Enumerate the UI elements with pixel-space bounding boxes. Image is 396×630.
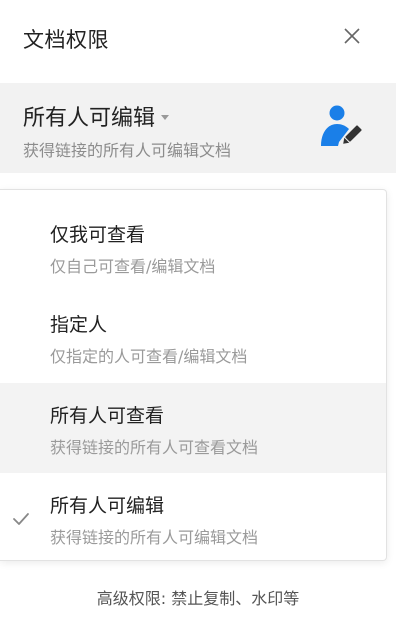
- check-icon: [13, 513, 29, 525]
- option-description: 获得链接的所有人可查看文档: [50, 438, 259, 457]
- option-anyone-view[interactable]: 所有人可查看 获得链接的所有人可查看文档: [0, 383, 386, 473]
- option-specified-people[interactable]: 指定人 仅指定的人可查看/编辑文档: [0, 280, 386, 370]
- panel-title: 文档权限: [23, 28, 109, 52]
- option-anyone-edit[interactable]: 所有人可编辑 获得链接的所有人可编辑文档: [0, 473, 386, 560]
- current-permission: 所有人可编辑 获得链接的所有人可编辑文档: [0, 83, 396, 173]
- option-title: 所有人可编辑: [50, 495, 165, 517]
- option-title: 仅我可查看: [50, 224, 146, 246]
- caret-down-icon: [161, 114, 170, 120]
- current-permission-title: 所有人可编辑: [23, 106, 156, 131]
- user-edit-icon: [321, 105, 362, 146]
- option-title: 所有人可查看: [50, 405, 165, 427]
- advanced-permissions-link[interactable]: 高级权限: 禁止复制、水印等: [0, 585, 396, 609]
- close-icon[interactable]: [340, 24, 364, 48]
- option-description: 获得链接的所有人可编辑文档: [50, 528, 259, 547]
- permission-dropdown: 仅我可查看 仅自己可查看/编辑文档 指定人 仅指定的人可查看/编辑文档 所有人可…: [0, 189, 387, 561]
- option-description: 仅自己可查看/编辑文档: [50, 257, 216, 276]
- current-permission-description: 获得链接的所有人可编辑文档: [23, 141, 232, 160]
- panel-header: 文档权限: [0, 0, 396, 82]
- option-description: 仅指定的人可查看/编辑文档: [50, 347, 248, 366]
- option-only-me[interactable]: 仅我可查看 仅自己可查看/编辑文档: [0, 190, 386, 280]
- current-permission-selector[interactable]: 所有人可编辑: [23, 100, 170, 132]
- option-title: 指定人: [50, 314, 108, 336]
